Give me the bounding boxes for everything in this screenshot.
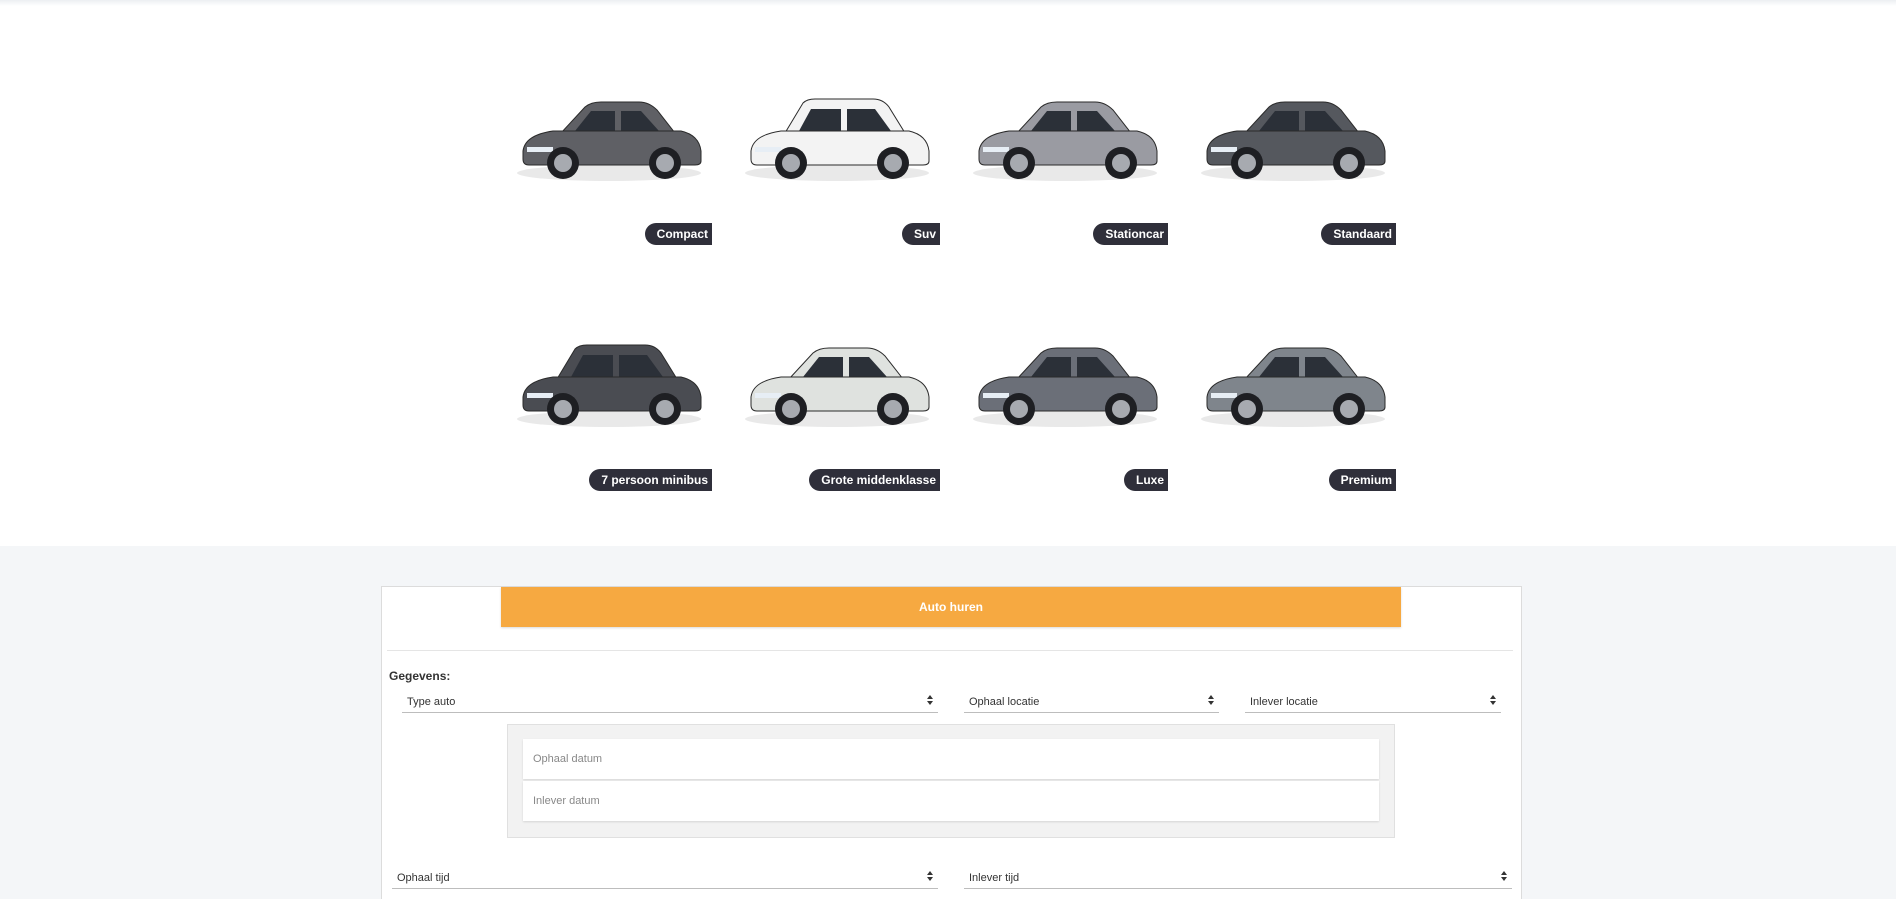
car-label: Compact	[644, 223, 712, 245]
divider	[387, 650, 1513, 651]
car-label: 7 persoon minibus	[589, 469, 712, 491]
car-card-minibus[interactable]: 7 persoon minibus	[505, 301, 712, 491]
type-auto-value: Type auto	[407, 696, 456, 708]
gegevens-heading: Gegevens:	[389, 669, 451, 683]
grote-middenklasse-image	[733, 301, 940, 451]
auto-huren-button[interactable]: Auto huren	[501, 587, 1401, 627]
premium-sedan-image	[1189, 301, 1396, 451]
car-card-stationcar[interactable]: Stationcar	[961, 55, 1168, 245]
ophaal-locatie-select[interactable]: Ophaal locatie	[964, 691, 1219, 713]
inlever-locatie-select[interactable]: Inlever locatie	[1245, 691, 1501, 713]
ophaal-locatie-value: Ophaal locatie	[969, 696, 1040, 708]
inlever-tijd-value: Inlever tijd	[969, 872, 1020, 884]
car-label: Stationcar	[1093, 223, 1168, 245]
car-card-luxe[interactable]: Luxe	[961, 301, 1168, 491]
car-card-suv[interactable]: Suv	[733, 55, 940, 245]
stationcar-image	[961, 55, 1168, 205]
car-card-standaard[interactable]: Standaard	[1189, 55, 1396, 245]
inlever-locatie-value: Inlever locatie	[1250, 696, 1318, 708]
car-label: Grote middenklasse	[809, 469, 940, 491]
inlever-tijd-select[interactable]: Inlever tijd	[964, 867, 1512, 889]
type-auto-select[interactable]: Type auto	[402, 691, 938, 713]
car-card-compact[interactable]: Compact	[505, 55, 712, 245]
ophaal-datum-input[interactable]	[523, 739, 1379, 779]
sort-arrows-icon	[1208, 695, 1214, 705]
car-label: Luxe	[1123, 469, 1168, 491]
ophaal-tijd-select[interactable]: Ophaal tijd	[392, 867, 938, 889]
ophaal-tijd-value: Ophaal tijd	[397, 872, 450, 884]
car-gallery	[0, 0, 1896, 546]
sort-arrows-icon	[1490, 695, 1496, 705]
sort-arrows-icon	[927, 871, 933, 881]
compact-hatchback-image	[505, 55, 712, 205]
sort-arrows-icon	[927, 695, 933, 705]
standaard-sedan-image	[1189, 55, 1396, 205]
luxe-sedan-image	[961, 301, 1168, 451]
inlever-datum-input[interactable]	[523, 781, 1379, 821]
minibus-image	[505, 301, 712, 451]
header-shadow	[0, 0, 1896, 6]
car-label: Standaard	[1321, 223, 1396, 245]
car-card-premium[interactable]: Premium	[1189, 301, 1396, 491]
car-label: Premium	[1328, 469, 1396, 491]
suv-image	[733, 55, 940, 205]
car-label: Suv	[901, 223, 940, 245]
car-card-grote-middenklasse[interactable]: Grote middenklasse	[733, 301, 940, 491]
sort-arrows-icon	[1501, 871, 1507, 881]
